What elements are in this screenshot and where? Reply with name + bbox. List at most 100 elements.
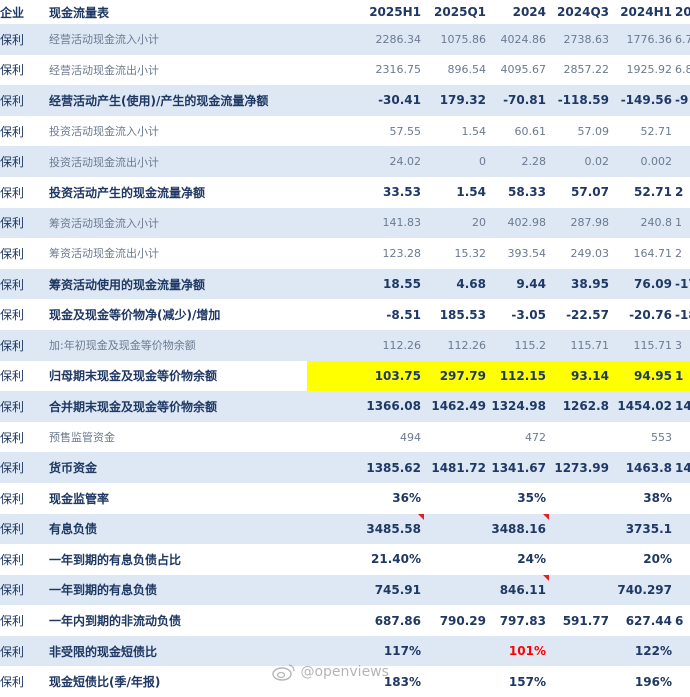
header-item: 现金流量表 — [49, 5, 110, 20]
value-text: 2316.75 — [375, 63, 422, 77]
value-text: 35% — [517, 491, 546, 506]
value-text: 2738.63 — [563, 32, 610, 46]
value-text: 112.26 — [447, 338, 487, 352]
value-text: 1324.98 — [491, 399, 546, 414]
value-text: 52.71 — [640, 124, 673, 138]
value-text: 1366.08 — [366, 399, 421, 414]
value-cell: 164.71 — [612, 238, 675, 269]
company-cell: 保利 — [0, 176, 49, 208]
value-cell: 591.77 — [549, 605, 612, 636]
company-cell: 保利 — [0, 146, 49, 177]
item-cell: 归母期末现金及现金等价物余额 — [49, 360, 307, 392]
value-text: 20 — [472, 216, 486, 230]
table-row: 保利 一年内到期的非流动负债 687.86 790.29 797.83 591.77 627… — [0, 605, 690, 636]
value-text: 1481.72 — [431, 460, 486, 475]
value-cell: 1462.49 — [424, 391, 489, 422]
value-cell: 1075.86 — [424, 24, 489, 55]
value-cell: 94.95 — [612, 360, 675, 392]
table-row: 保利 筹资活动使用的现金流量净额 18.55 4.68 9.44 38.95 76.09 -1… — [0, 268, 690, 300]
value-text: 1341.67 — [491, 460, 546, 475]
value-cell — [675, 146, 690, 177]
value-cell — [549, 635, 612, 667]
watermark-text: @openviews — [300, 664, 389, 680]
value-text: 4.68 — [456, 277, 486, 292]
value-cell: 15.32 — [424, 238, 489, 269]
value-cell: 797.83 — [489, 605, 549, 636]
header-period: 2025Q1 — [434, 5, 486, 19]
value-text: 185.53 — [439, 307, 486, 322]
table-row: 保利 一年到期的有息负债占比 21.40% 24% 20% — [0, 544, 690, 575]
table-row: 保利 货币资金 1385.62 1481.72 1341.67 1273.99 1463.8… — [0, 452, 690, 483]
company-cell: 保利 — [0, 452, 49, 483]
value-cell — [675, 635, 690, 667]
table-row: 保利 合并期末现金及现金等价物余额 1366.08 1462.49 1324.98 126… — [0, 391, 690, 422]
value-cell: 60.61 — [489, 115, 549, 147]
value-text: 14 — [675, 460, 690, 475]
value-text: 123.28 — [382, 246, 422, 260]
value-text: 494 — [400, 430, 421, 444]
value-text: 297.79 — [439, 368, 486, 383]
item-cell: 投资活动现金流出小计 — [49, 146, 307, 177]
value-cell: -20.76 — [612, 299, 675, 330]
value-text: 6.8 — [675, 63, 690, 77]
value-cell: 196% — [612, 666, 675, 697]
table-row: 保利 一年到期的有息负债 745.91 846.11 740.297 — [0, 574, 690, 606]
value-text: -18 — [675, 307, 690, 322]
value-text: 112.26 — [382, 338, 422, 352]
value-text: 60.61 — [514, 124, 547, 138]
item-cell: 筹资活动使用的现金流量净额 — [49, 268, 307, 300]
company-cell: 保利 — [0, 85, 49, 116]
value-cell: 1273.99 — [549, 452, 612, 483]
value-text: 790.29 — [439, 613, 486, 628]
value-cell: 112.15 — [489, 360, 549, 392]
value-cell: 287.98 — [549, 207, 612, 239]
value-text: 122% — [634, 644, 672, 659]
cashflow-table: 企业 现金流量表 2025H1 2025Q1 2024 2024Q3 2024H… — [0, 0, 690, 697]
value-text: 38.95 — [571, 277, 609, 292]
value-cell: -22.57 — [549, 299, 612, 330]
value-text: 57.09 — [577, 124, 610, 138]
value-cell: 2316.75 — [307, 54, 424, 86]
value-cell: 20 — [424, 207, 489, 239]
company-cell: 保利 — [0, 207, 49, 239]
value-cell: 14 — [675, 391, 690, 422]
header-period: 2025H1 — [369, 5, 421, 19]
value-text: 1462.49 — [431, 399, 486, 414]
value-text: 94.95 — [634, 368, 672, 383]
value-cell: 2.28 — [489, 146, 549, 177]
value-cell: 627.44 — [612, 605, 675, 636]
table-body: 保利 经营活动现金流入小计 2286.34 1075.86 4024.86 2738.63… — [0, 24, 690, 697]
value-text: 2 — [675, 185, 684, 200]
value-text: 57.07 — [571, 185, 609, 200]
value-cell: -149.56 — [612, 85, 675, 116]
value-text: 1925.92 — [626, 63, 673, 77]
value-text: 1 — [675, 216, 682, 230]
value-text: -70.81 — [503, 93, 546, 108]
value-cell: 20% — [612, 544, 675, 575]
value-text: 1262.8 — [562, 399, 609, 414]
value-text: 687.86 — [374, 613, 421, 628]
value-cell: 1776.36 — [612, 24, 675, 55]
value-text: 164.71 — [633, 246, 673, 260]
table-row: 保利 经营活动现金流入小计 2286.34 1075.86 4024.86 2738.63… — [0, 24, 690, 55]
value-text: 24% — [517, 552, 546, 567]
table-row: 保利 经营活动现金流出小计 2316.75 896.54 4095.67 2857.22 1… — [0, 54, 690, 86]
value-text: 36% — [392, 491, 421, 506]
weibo-logo-icon — [272, 664, 295, 681]
value-cell: 4024.86 — [489, 24, 549, 55]
value-cell: 790.29 — [424, 605, 489, 636]
value-text: 4095.67 — [500, 63, 547, 77]
item-cell: 经营活动产生(使用)/产生的现金流量净额 — [49, 85, 307, 116]
value-cell — [549, 513, 612, 545]
value-cell: 115.2 — [489, 329, 549, 361]
company-cell: 保利 — [0, 54, 49, 86]
value-text: -8.51 — [386, 307, 421, 322]
value-cell: 402.98 — [489, 207, 549, 239]
value-text: 115.2 — [514, 338, 547, 352]
value-text: 33.53 — [383, 185, 421, 200]
value-text: 591.77 — [562, 613, 609, 628]
value-cell: 393.54 — [489, 238, 549, 269]
value-cell: 1341.67 — [489, 452, 549, 483]
value-cell — [424, 482, 489, 514]
value-text: 1463.8 — [625, 460, 672, 475]
